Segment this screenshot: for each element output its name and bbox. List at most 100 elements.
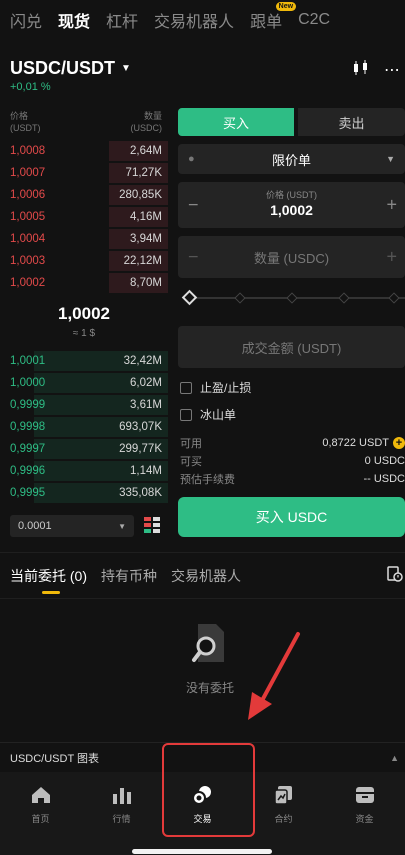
orderbook-qty: 4,16M [130,211,162,223]
chevron-up-icon: ▲ [390,752,399,763]
orderbook-qty: 8,70M [130,277,162,289]
slider-step-50[interactable] [286,292,298,304]
orderbook-qty: 6,02M [130,377,162,389]
orderbook-row[interactable]: 1,0005 4,16M [0,206,168,228]
orderbook-price: 1,0003 [10,255,46,267]
iceberg-checkbox[interactable]: 冰山单 [180,406,236,423]
orderbook-row[interactable]: 0,9996 1,14M [0,460,168,482]
slider-step-100[interactable] [388,292,400,304]
info-icon[interactable]: ● [188,153,195,165]
tab-flash-swap[interactable]: 闪兑 [10,8,42,32]
fee-row: 预估手续费 -- USDC [180,471,405,487]
tab-c2c[interactable]: C2C [298,11,330,29]
futures-icon [273,784,294,806]
sell-tab[interactable]: 卖出 [298,108,405,136]
tab-trading-bot[interactable]: 交易机器人 [154,8,234,32]
orderbook-row[interactable]: 1,0001 32,42M [0,350,168,372]
orderbook-price: 1,0002 [10,277,46,289]
buy-tab[interactable]: 买入 [178,108,294,136]
precision-value: 0.0001 [18,520,52,532]
orderbook-row[interactable]: 0,9997 299,77K [0,438,168,460]
iceberg-label: 冰山单 [200,408,237,422]
home-indicator[interactable] [132,849,272,854]
new-badge: New [275,2,297,11]
slider-step-75[interactable] [338,292,350,304]
total-input[interactable]: 成交金额 (USDT) [178,326,405,368]
orderbook-row[interactable]: 1,0007 71,27K [0,162,168,184]
pair-change: +0,01 % [10,81,51,93]
tab-copy-trading-label: 跟单 [250,14,283,31]
pair-actions: ⋯ [352,60,400,81]
ask-list: 1,0008 2,64M 1,0007 71,27K 1,0006 280,85K 1,00… [0,140,168,294]
pair-header: USDC/USDT ▼ +0,01 % ⋯ [10,58,400,94]
price-input-label: 价格 (USDT) [266,190,317,200]
nav-assets[interactable]: 资金 [324,772,405,855]
annotation-arrow-icon [248,632,300,720]
amount-slider[interactable] [181,289,405,306]
order-type-select[interactable]: ● 限价单 ▼ [178,144,405,174]
quantity-decrease-button[interactable]: − [188,247,199,268]
order-type-value: 限价单 [271,152,311,168]
orderbook-price: 0,9998 [10,421,46,433]
orderbook-row[interactable]: 1,0008 2,64M [0,140,168,162]
price-increase-button[interactable]: + [386,195,397,216]
section-divider [0,598,405,599]
tab-copy-trading[interactable]: 跟单 New [250,2,297,32]
price-input[interactable]: − 价格 (USDT) 1,0002 + [178,182,405,228]
nav-markets[interactable]: 行情 [81,772,162,855]
candlestick-chart-icon[interactable] [352,60,370,81]
wallet-icon [355,784,375,806]
price-column-header: 价格 (USDT) [10,110,41,134]
chevron-down-icon: ▼ [386,154,395,164]
nav-home-label: 首页 [31,814,50,824]
slider-handle[interactable] [181,289,198,306]
orderbook-qty: 3,94M [130,233,162,245]
buy-submit-button[interactable]: 买入 USDC [178,497,405,537]
caret-down-icon: ▼ [121,63,131,74]
tp-sl-checkbox[interactable]: 止盈/止损 [180,379,251,396]
orderbook-row[interactable]: 1,0002 8,70M [0,272,168,294]
precision-select[interactable]: 0.0001 ▼ [10,515,134,537]
can-buy-label: 可买 [180,456,202,468]
tab-orders-trading-bot[interactable]: 交易机器人 [171,566,241,586]
orderbook-price: 0,9997 [10,443,46,455]
slider-step-25[interactable] [234,292,246,304]
nav-futures[interactable]: 合约 [243,772,324,855]
orderbook-price: 1,0005 [10,211,46,223]
more-options-icon[interactable]: ⋯ [384,60,400,81]
orderbook-row[interactable]: 1,0003 22,12M [0,250,168,272]
qty-column-header: 数量 (USDC) [131,110,163,134]
quantity-increase-button[interactable]: + [386,247,397,268]
pair-selector[interactable]: USDC/USDT ▼ [10,58,131,79]
depth-view-toggle-icon[interactable] [144,517,160,533]
top-nav: 闪兑 现货 杠杆 交易机器人 跟单 New C2C [0,0,405,40]
orderbook-row[interactable]: 0,9998 693,07K [0,416,168,438]
order-history-icon[interactable] [387,566,403,586]
price-input-value: 1,0002 [270,202,313,218]
bar-chart-icon [112,784,132,806]
orderbook-row[interactable]: 1,0000 6,02M [0,372,168,394]
orderbook-row[interactable]: 1,0004 3,94M [0,228,168,250]
home-icon [31,784,51,806]
tab-open-orders[interactable]: 当前委托 (0) [10,566,87,586]
quantity-input[interactable]: − 数量 (USDC) + [178,236,405,278]
orderbook-row[interactable]: 0,9999 3,61M [0,394,168,416]
nav-assets-label: 资金 [355,814,374,824]
orderbook-row[interactable]: 1,0006 280,85K [0,184,168,206]
chevron-down-icon: ▼ [118,521,126,531]
orderbook-row[interactable]: 0,9995 335,08K [0,482,168,504]
orderbook-price: 0,9995 [10,487,46,499]
nav-home[interactable]: 首页 [0,772,81,855]
tab-spot[interactable]: 现货 [58,8,90,32]
fee-label: 预估手续费 [180,474,235,486]
mid-price[interactable]: 1,0002 [0,304,168,324]
qty-header-unit: (USDC) [130,123,163,133]
available-row: 可用 0,8722 USDT + [180,435,405,451]
tab-margin[interactable]: 杠杆 [106,8,138,32]
chart-bar-label: USDC/USDT 图表 [10,752,100,765]
tab-holdings[interactable]: 持有币种 [101,566,157,586]
add-funds-icon[interactable]: + [393,437,405,449]
active-tab-indicator [42,591,60,594]
bid-list: 1,0001 32,42M 1,0000 6,02M 0,9999 3,61M 0,9998… [0,350,168,504]
orderbook-qty: 22,12M [123,255,162,267]
